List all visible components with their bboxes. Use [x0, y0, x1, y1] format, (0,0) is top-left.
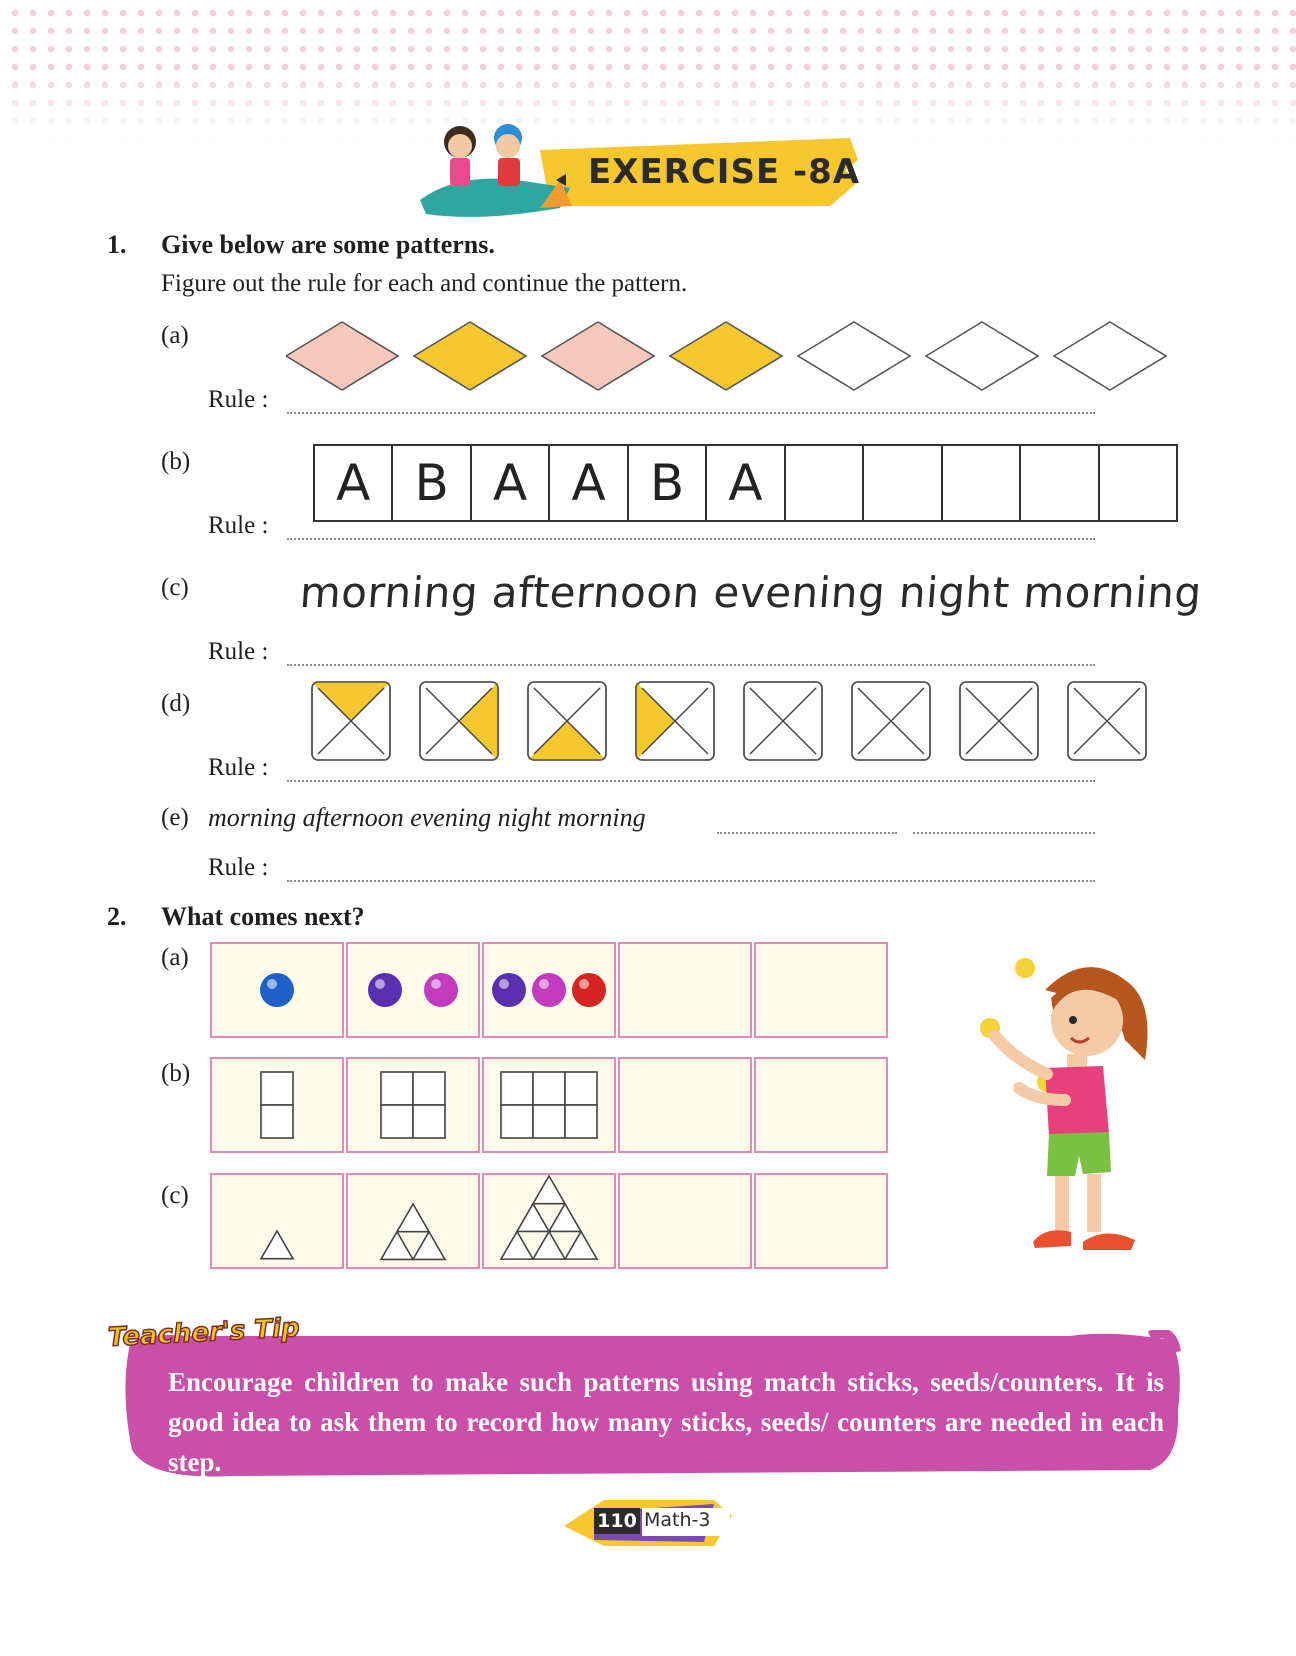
letter-pattern-grid: A B A A B A	[313, 444, 1178, 522]
rule-1b-label: Rule :	[208, 512, 269, 539]
quadrant-square	[635, 681, 715, 761]
blank-cell[interactable]	[943, 446, 1022, 520]
rule-1e-label: Rule :	[208, 854, 269, 881]
question-2-number: 2.	[107, 902, 127, 931]
part-2a-label: (a)	[161, 944, 189, 971]
ball-pattern-box	[346, 942, 480, 1038]
teachers-tip-text: Encourage children to make such patterns…	[168, 1367, 1164, 1477]
part-2c-label: (c)	[161, 1182, 189, 1209]
part-2b-label: (b)	[161, 1060, 191, 1087]
answer-box[interactable]	[754, 1173, 888, 1269]
quadrant-square	[311, 681, 391, 761]
juggling-girl-illustration	[980, 958, 1148, 1250]
quadrant-square	[1067, 681, 1147, 761]
letter-cell: A	[315, 446, 394, 520]
letter-cell: A	[707, 446, 786, 520]
triangle-figure	[499, 1174, 599, 1260]
answer-box[interactable]	[618, 1173, 752, 1269]
rule-1d-label: Rule :	[208, 754, 269, 781]
square-grid-figure	[260, 1071, 294, 1139]
rule-1a-line[interactable]	[287, 412, 1095, 414]
ball-icon	[424, 973, 458, 1007]
ball-pattern-box	[210, 942, 344, 1038]
letter-cell: A	[472, 446, 551, 520]
part-1c-label: (c)	[161, 574, 189, 601]
blank-cell[interactable]	[786, 446, 865, 520]
answer-blank-2[interactable]	[913, 832, 1095, 834]
quadrant-square-pattern	[311, 681, 1147, 761]
ball-icon	[572, 973, 606, 1007]
triangle-growth-row	[210, 1173, 890, 1269]
answer-blank-1[interactable]	[717, 832, 897, 834]
quadrant-square	[851, 681, 931, 761]
balls-pattern-row	[210, 942, 890, 1038]
rule-1e-line[interactable]	[287, 880, 1095, 882]
answer-box[interactable]	[618, 942, 752, 1038]
ball-pattern-box	[482, 942, 616, 1038]
diamond-shape	[1052, 321, 1168, 391]
ball-icon	[368, 973, 402, 1007]
juggling-ball-icon	[1015, 958, 1035, 978]
diamond-shape	[924, 321, 1040, 391]
letter-cell: A	[550, 446, 629, 520]
rule-1d-line[interactable]	[287, 780, 1095, 782]
diamond-shape	[286, 321, 400, 391]
question-1-number: 1.	[107, 230, 127, 259]
blank-cell[interactable]	[1021, 446, 1100, 520]
ball-icon	[532, 973, 566, 1007]
quadrant-square	[959, 681, 1039, 761]
grid-pattern-box	[482, 1057, 616, 1153]
part-1b-label: (b)	[161, 448, 191, 475]
book-name: Math-3	[644, 1509, 711, 1531]
quadrant-square	[743, 681, 823, 761]
time-sequence-handwritten: morning afternoon evening night morning	[298, 568, 1204, 617]
rule-1c-line[interactable]	[287, 664, 1095, 666]
rule-1b-line[interactable]	[287, 538, 1095, 540]
question-2-heading: What comes next?	[161, 902, 365, 931]
blank-cell[interactable]	[1100, 446, 1176, 520]
blank-cell[interactable]	[864, 446, 943, 520]
page-number: 110	[594, 1508, 640, 1534]
quadrant-square	[527, 681, 607, 761]
diamond-shape	[668, 321, 784, 391]
ball-icon	[260, 973, 294, 1007]
answer-box[interactable]	[754, 942, 888, 1038]
part-1d-label: (d)	[161, 690, 191, 717]
diamond-shape	[412, 321, 528, 391]
exercise-title: EXERCISE -8A	[588, 152, 861, 192]
part-1a-label: (a)	[161, 322, 189, 349]
square-grid-figure	[380, 1071, 446, 1139]
triangle-figure	[379, 1201, 447, 1260]
triangle-pattern-box	[346, 1173, 480, 1269]
rule-1a-label: Rule :	[208, 386, 269, 413]
diamond-shape	[540, 321, 656, 391]
diamond-pattern	[286, 321, 1168, 391]
quadrant-square	[419, 681, 499, 761]
grid-pattern-box	[210, 1057, 344, 1153]
answer-box[interactable]	[618, 1057, 752, 1153]
ball-icon	[492, 973, 526, 1007]
letter-cell: B	[629, 446, 708, 520]
grid-pattern-box	[346, 1057, 480, 1153]
square-grid-figure	[500, 1071, 598, 1139]
answer-box[interactable]	[754, 1057, 888, 1153]
triangle-pattern-box	[210, 1173, 344, 1269]
question-1-subheading: Figure out the rule for each and continu…	[161, 270, 688, 297]
triangle-pattern-box	[482, 1173, 616, 1269]
time-sequence-italic: morning afternoon evening night morning	[208, 803, 646, 832]
question-1-heading: Give below are some patterns.	[161, 230, 495, 259]
rule-1c-label: Rule :	[208, 638, 269, 665]
diamond-shape	[796, 321, 912, 391]
grid-growth-row	[210, 1057, 890, 1153]
triangle-figure	[259, 1229, 295, 1260]
part-1e-label: (e)	[161, 804, 189, 831]
letter-cell: B	[393, 446, 472, 520]
